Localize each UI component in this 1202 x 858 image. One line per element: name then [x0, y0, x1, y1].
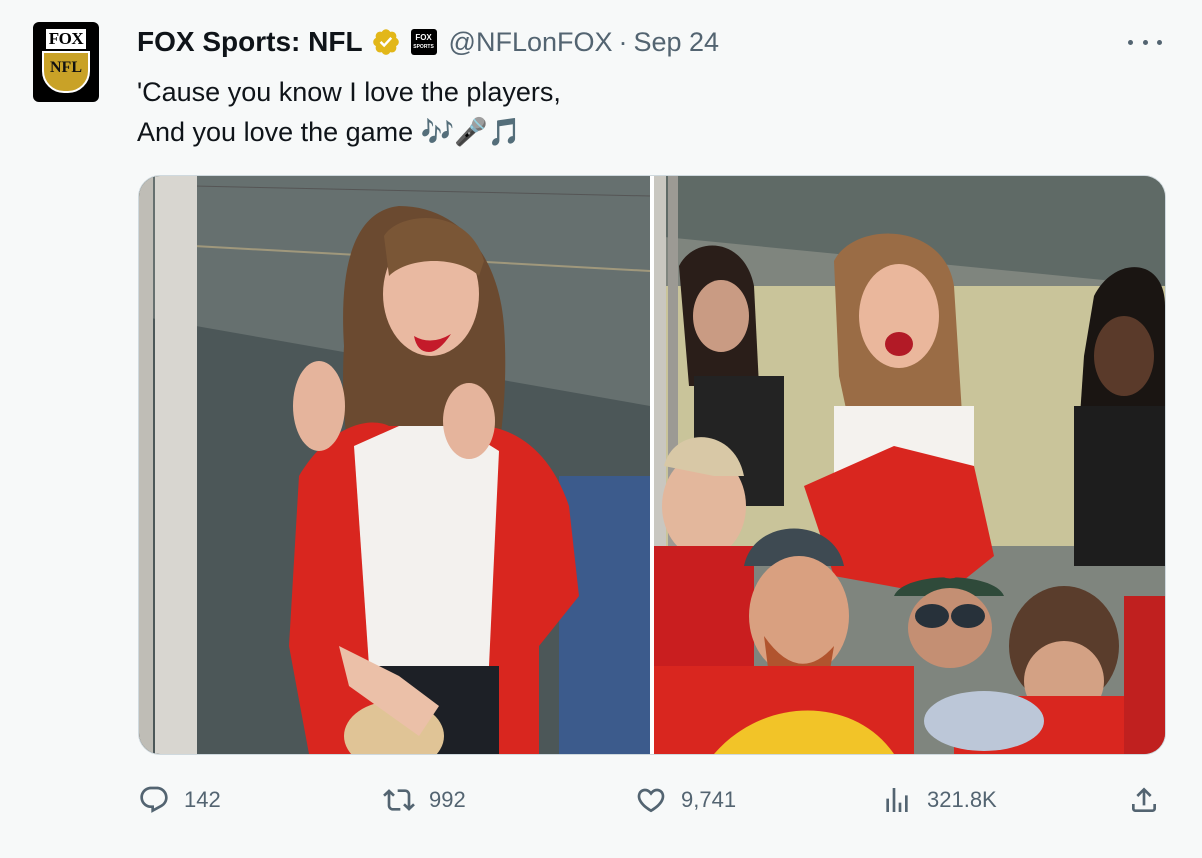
more-icon[interactable] — [1128, 30, 1162, 54]
photo-left[interactable] — [139, 176, 650, 754]
avatar-nfl-text: NFL — [50, 59, 82, 76]
author-handle[interactable]: @NFLonFOX — [449, 27, 613, 58]
retweet-icon — [383, 789, 415, 811]
nfl-shield-icon: NFL — [42, 51, 90, 93]
like-icon — [637, 788, 665, 813]
tweet-text: 'Cause you know I love the players, And … — [137, 72, 561, 152]
views-button[interactable]: 321.8K — [881, 782, 997, 818]
tweet-text-line: And you love the game 🎶🎤🎵 — [137, 117, 522, 147]
photo-right[interactable] — [654, 176, 1165, 754]
tweet-header: FOX Sports: NFL FOX SPORTS @NFLonFOX · Se… — [137, 22, 719, 62]
share-button[interactable] — [1128, 782, 1160, 818]
tweet-date[interactable]: Sep 24 — [634, 27, 720, 58]
avatar-fox-text: FOX — [45, 29, 87, 49]
reply-button[interactable]: 142 — [138, 782, 221, 818]
author-name[interactable]: FOX Sports: NFL — [137, 26, 363, 58]
like-count: 9,741 — [681, 787, 737, 812]
retweet-count: 992 — [429, 787, 466, 812]
tweet-card[interactable]: FOX NFL FOX Sports: NFL FOX SPORTS @NFLon… — [0, 0, 1202, 858]
retweet-button[interactable]: 992 — [383, 782, 466, 818]
share-icon — [1132, 787, 1156, 812]
reply-icon — [140, 786, 168, 813]
like-button[interactable]: 9,741 — [635, 782, 736, 818]
verified-badge-icon[interactable] — [371, 27, 401, 57]
photo-right-illustration — [654, 176, 1165, 754]
affiliate-badge[interactable]: FOX SPORTS — [410, 29, 437, 55]
photo-left-illustration — [139, 176, 650, 754]
affiliate-badge-text: FOX SPORTS — [413, 32, 434, 50]
separator-dot: · — [618, 26, 628, 57]
avatar[interactable]: FOX NFL — [33, 22, 99, 102]
media-grid — [138, 175, 1166, 755]
views-count: 321.8K — [927, 787, 997, 812]
reply-count: 142 — [184, 787, 221, 812]
action-bar: 142 992 9,741 321.8K — [138, 782, 1168, 818]
views-icon — [886, 788, 908, 812]
tweet-text-line: 'Cause you know I love the players, — [137, 77, 561, 107]
